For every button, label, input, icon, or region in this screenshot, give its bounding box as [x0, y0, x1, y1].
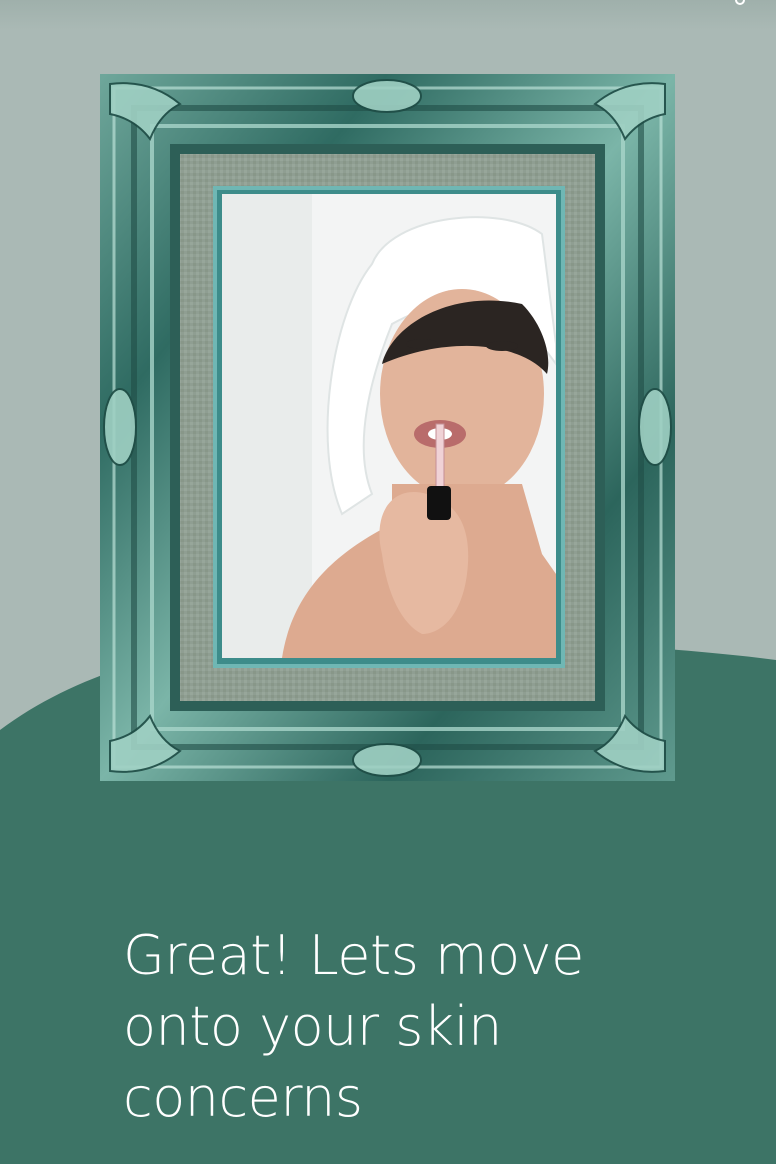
onboarding-heading: Great! Lets move onto your skin concerns — [123, 924, 584, 1129]
ornate-picture-frame — [100, 74, 675, 781]
woman-lip-gloss-photo — [222, 194, 556, 658]
